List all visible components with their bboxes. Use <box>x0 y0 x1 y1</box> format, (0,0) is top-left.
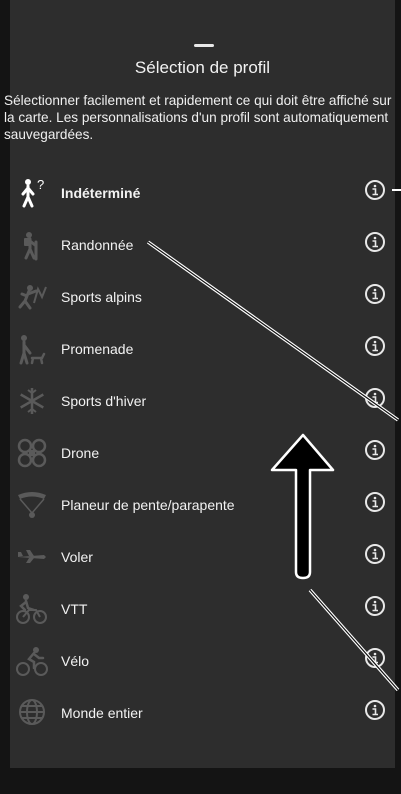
globe-icon <box>16 697 48 729</box>
walk-dog-icon <box>16 333 48 365</box>
drag-handle[interactable] <box>194 44 214 47</box>
profile-label: Vélo <box>61 653 90 669</box>
hiker-icon <box>16 229 48 261</box>
profile-label: Planeur de pente/parapente <box>61 497 235 513</box>
drone-icon <box>16 437 48 469</box>
profile-row[interactable]: Sports d'hiver <box>10 385 395 437</box>
profile-label: Monde entier <box>61 705 143 721</box>
profile-row[interactable]: Randonnée <box>10 229 395 281</box>
profile-label: Promenade <box>61 341 134 357</box>
mountain-bike-icon <box>16 593 48 625</box>
sheet-title: Sélection de profil <box>134 58 271 77</box>
profile-row[interactable]: Sports alpins <box>10 281 395 333</box>
bottom-bar <box>0 768 401 794</box>
profile-row[interactable]: Planeur de pente/parapente <box>10 489 395 541</box>
bicycle-icon <box>16 645 48 677</box>
profile-label: Sports alpins <box>61 289 142 305</box>
info-icon[interactable] <box>365 440 385 460</box>
info-icon[interactable] <box>365 700 385 720</box>
screen: Sélection de profil Sélectionner facilem… <box>0 0 401 794</box>
profile-row[interactable]: Monde entier <box>10 697 395 749</box>
svg-text:?: ? <box>37 177 44 192</box>
snowflake-icon <box>16 385 48 417</box>
profile-label: Sports d'hiver <box>61 393 147 409</box>
profile-row[interactable]: Promenade <box>10 333 395 385</box>
profile-label: Indéterminé <box>61 185 141 201</box>
plane-icon <box>16 541 48 573</box>
profile-row[interactable]: Drone <box>10 437 395 489</box>
profile-label: Drone <box>61 445 100 461</box>
profile-row[interactable]: VTT <box>10 593 395 645</box>
profile-row[interactable]: Voler <box>10 541 395 593</box>
info-icon[interactable] <box>365 232 385 252</box>
info-icon[interactable] <box>365 648 385 668</box>
profile-selection-sheet: Sélection de profil Sélectionner facilem… <box>4 0 395 768</box>
info-icon[interactable] <box>365 544 385 564</box>
profile-label: Randonnée <box>61 237 134 253</box>
sheet-description: Sélectionner facilement et rapidement ce… <box>4 93 392 142</box>
profile-label: VTT <box>61 601 88 617</box>
info-icon[interactable] <box>365 388 385 408</box>
info-icon[interactable] <box>365 596 385 616</box>
paraglider-icon <box>16 489 48 521</box>
climber-icon <box>16 281 48 313</box>
info-icon[interactable] <box>365 180 385 200</box>
info-icon[interactable] <box>365 284 385 304</box>
person-question-icon: ? <box>16 177 48 209</box>
info-icon[interactable] <box>365 492 385 512</box>
profile-row[interactable]: ? Indéterminé <box>10 177 395 229</box>
profile-row[interactable]: Vélo <box>10 645 395 697</box>
info-icon[interactable] <box>365 336 385 356</box>
profile-label: Voler <box>61 549 93 565</box>
